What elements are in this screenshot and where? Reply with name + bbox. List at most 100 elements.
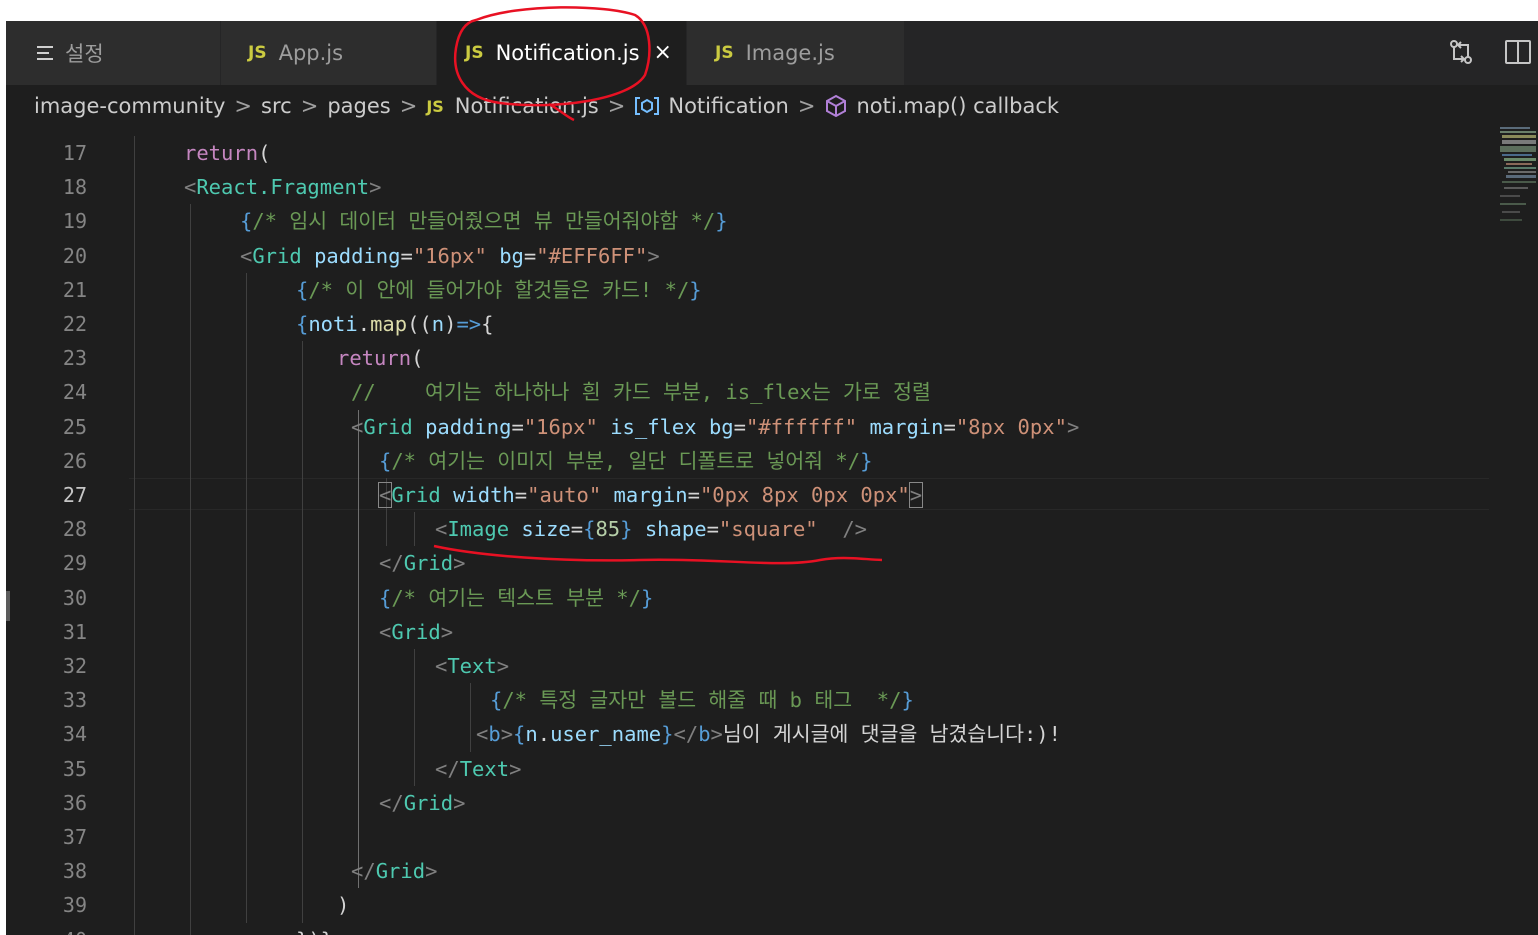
tab-image-js[interactable]: JS Image.js — [687, 21, 905, 85]
menu-icon — [37, 46, 53, 60]
line-number: 17 — [62, 141, 87, 165]
code-token: Image — [447, 517, 510, 542]
code-line[interactable]: <Grid> — [379, 615, 453, 649]
code-token: /* 이 안에 들어가야 할것들은 카드! */ — [308, 277, 690, 302]
code-line[interactable]: {/* 이 안에 들어가야 할것들은 카드! */} — [296, 273, 702, 307]
indent-guide — [134, 136, 135, 935]
code-token: </ — [351, 859, 376, 884]
code-line[interactable]: {/* 임시 데이터 만들어줬으면 뷰 만들어줘야함 */} — [240, 204, 728, 238]
code-line[interactable]: </Grid> — [351, 854, 437, 888]
code-token: b — [698, 722, 711, 747]
code-token: > — [1066, 414, 1080, 439]
code-token: } — [689, 277, 702, 302]
line-number-gutter: 17 18 19 20 21 22 23 24 25 26 27 28 29 30 31 32 33 34 35 36… — [6, 127, 101, 935]
code-token: bg — [499, 243, 524, 268]
code-token: < — [476, 722, 489, 747]
code-token: </ — [379, 790, 404, 815]
breadcrumb-item-project[interactable]: image-community — [34, 94, 225, 118]
code-token: { — [513, 722, 526, 747]
tab-app-js[interactable]: JS App.js — [221, 21, 437, 85]
tab-notification-js[interactable]: JS Notification.js × — [437, 21, 687, 85]
code-token: n — [525, 722, 538, 747]
code-line[interactable]: <b>{n.user_name}</b>님이 게시글에 댓글을 남겼습니다:)! — [476, 717, 1061, 751]
line-number: 37 — [62, 825, 87, 849]
code-token: Grid — [403, 790, 454, 815]
code-line[interactable]: return( — [184, 136, 270, 170]
split-editor-icon[interactable] — [1503, 37, 1533, 67]
code-token: < — [435, 517, 448, 542]
code-token: < — [379, 619, 392, 644]
code-token: margin — [869, 414, 944, 439]
indent-guide — [190, 204, 191, 935]
line-number: 18 — [62, 175, 87, 200]
code-token: { — [490, 688, 503, 713]
code-token: "0px 8px 0px 0px" — [699, 483, 910, 507]
code-line[interactable]: <Grid padding="16px" is_flex bg="#ffffff… — [351, 410, 1079, 444]
code-line[interactable]: <Grid padding="16px" bg="#EFF6FF"> — [240, 239, 660, 273]
code-token: "#EFF6FF" — [536, 243, 648, 268]
code-token: ( — [258, 141, 271, 165]
code-line[interactable]: ) — [337, 888, 349, 922]
code-token: user_name — [550, 722, 662, 747]
code-line[interactable]: {noti.map((n)=>{ — [296, 307, 494, 341]
line-number: 21 — [62, 277, 87, 302]
minimap[interactable] — [1494, 125, 1538, 245]
code-line[interactable]: })} — [296, 923, 333, 935]
code-token: < — [184, 175, 197, 200]
breadcrumb-item-file[interactable]: Notification.js — [455, 94, 599, 118]
code-token: { — [379, 448, 392, 473]
code-token: /> — [842, 517, 868, 542]
code-line[interactable]: return( — [337, 341, 423, 375]
code-token: noti — [308, 312, 358, 336]
breadcrumb-item-callback[interactable]: noti.map() callback — [856, 94, 1059, 118]
code-line[interactable]: {/* 여기는 텍스트 부분 */} — [379, 581, 653, 615]
code-editor[interactable]: return(<React.Fragment> {/* 임시 데이터 만들어줬으면… — [129, 127, 1489, 935]
code-line[interactable]: <Text> — [435, 649, 509, 683]
code-token: < — [435, 654, 448, 678]
code-line[interactable]: <Grid width="auto" margin="0px 8px 0px 0… — [377, 478, 924, 512]
code-token: </ — [379, 551, 404, 576]
code-token: . — [357, 312, 371, 336]
open-changes-icon[interactable] — [1446, 37, 1476, 67]
code-token: 85 — [595, 517, 621, 542]
code-token: return — [337, 346, 412, 371]
code-token: Text — [447, 654, 497, 678]
code-token: < — [240, 243, 253, 268]
js-file-icon: JS — [715, 43, 734, 63]
code-line[interactable]: </Text> — [435, 752, 521, 786]
code-line[interactable]: {/* 여기는 이미지 부분, 일단 디폴트로 넣어줘 */} — [379, 444, 872, 478]
code-token: } — [620, 517, 633, 542]
code-token: < — [377, 482, 393, 508]
code-token: = — [706, 517, 719, 542]
indent-guide — [414, 512, 415, 547]
tab-settings[interactable]: 설정 — [6, 21, 221, 85]
breadcrumb: image-community > src > pages > JS Notif… — [6, 85, 1538, 127]
code-line[interactable]: </Grid> — [379, 546, 465, 580]
close-icon[interactable]: × — [654, 42, 672, 64]
code-token: > — [425, 859, 438, 884]
code-token: is_flex — [610, 414, 697, 439]
code-line[interactable]: <Image size={85} shape="square" /> — [435, 512, 867, 546]
code-token: b — [488, 722, 501, 747]
code-line[interactable]: <React.Fragment> — [184, 170, 381, 204]
code-token: ( — [411, 346, 424, 371]
tab-bar: 설정 JS App.js JS Notification.js × JS Ima… — [6, 21, 1538, 85]
line-number: 30 — [62, 585, 87, 610]
code-token: // 여기는 하나하나 흰 카드 부분, is_flex는 가로 정렬 — [351, 380, 931, 405]
code-token: margin — [613, 483, 688, 507]
code-token: (( — [407, 312, 432, 336]
line-number: 40 — [63, 923, 87, 935]
code-line[interactable]: {/* 특정 글자만 볼드 해줄 때 b 태그 */} — [490, 683, 914, 717]
code-line[interactable]: </Grid> — [379, 786, 465, 820]
tab-label: Notification.js — [495, 41, 640, 65]
code-token: Text — [459, 756, 510, 781]
breadcrumb-item-src[interactable]: src — [261, 94, 292, 118]
tab-label: 설정 — [65, 42, 104, 66]
breadcrumb-item-component[interactable]: Notification — [668, 94, 789, 118]
code-line[interactable]: // 여기는 하나하나 흰 카드 부분, is_flex는 가로 정렬 — [351, 375, 931, 409]
line-number: 33 — [62, 688, 87, 713]
breadcrumb-item-pages[interactable]: pages — [327, 94, 390, 118]
line-number: 38 — [62, 859, 87, 884]
